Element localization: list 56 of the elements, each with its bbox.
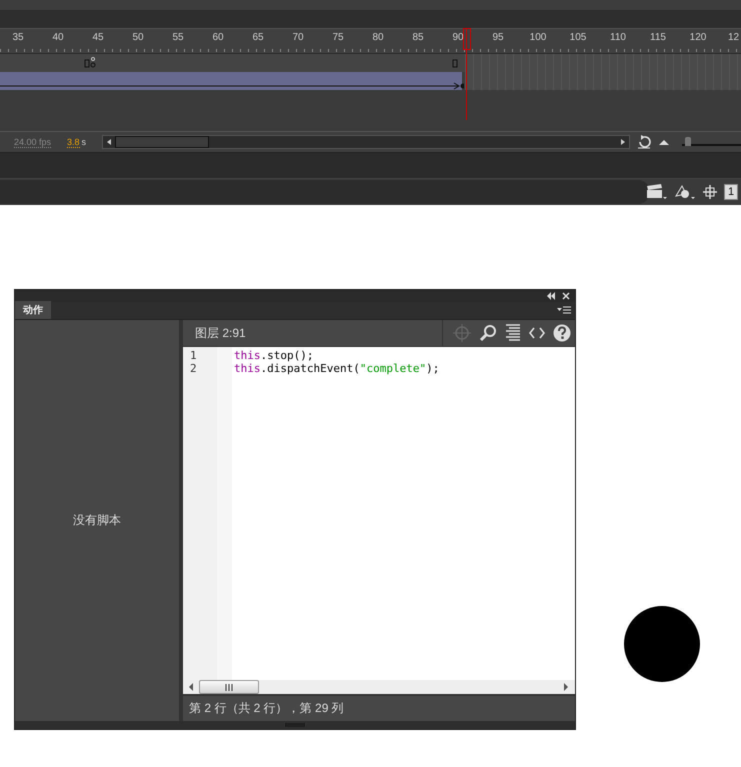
line-number: 2 [190, 362, 198, 375]
code-editor[interactable]: 1 2 this.stop(); this.dispatchEvent("complete"); [183, 347, 575, 680]
frame-number: 35 [11, 31, 25, 45]
left-arrow-icon[interactable] [189, 683, 194, 691]
code-line: this.stop(); [234, 349, 314, 362]
timeline-scrollbar[interactable] [102, 135, 630, 149]
script-location: 图层 2:91 [195, 324, 246, 342]
grip-icon [224, 684, 234, 690]
lines-icon[interactable] [505, 324, 521, 342]
tween-span[interactable] [0, 72, 464, 90]
right-arrow-icon[interactable] [564, 683, 569, 691]
frame-number: 105 [568, 31, 588, 45]
line-number: 1 [190, 349, 198, 362]
frame-number: 85 [411, 31, 425, 45]
frame-number: 95 [491, 31, 505, 45]
crosshair-icon[interactable] [702, 184, 718, 200]
frame-number: 45 [91, 31, 105, 45]
frame-number: 80 [371, 31, 385, 45]
scroll-thumb[interactable] [115, 136, 210, 148]
shapes-icon[interactable] [674, 184, 696, 200]
frame-number: 110 [609, 31, 627, 45]
slider-thumb[interactable] [684, 137, 691, 146]
frame-number: 120 [688, 31, 708, 45]
code-line: this.dispatchEvent("complete"); [234, 362, 440, 375]
frame-number: 60 [211, 31, 225, 45]
scroll-thumb[interactable] [199, 680, 259, 694]
frame-number: 40 [51, 31, 65, 45]
frame-ruler[interactable]: 35 40 45 50 55 60 65 70 75 80 85 90 95 100 105 110 115 120 12 [0, 29, 741, 54]
empty-message: 没有脚本 [73, 512, 121, 529]
search-icon[interactable] [479, 324, 497, 342]
panel-tab[interactable]: 动作 [15, 301, 51, 319]
code-icon[interactable] [529, 327, 545, 339]
frame-number: 100 [528, 31, 548, 45]
clapperboard-icon[interactable] [646, 184, 668, 200]
frame-number: 75 [331, 31, 345, 45]
frame-number: 115 [649, 31, 667, 45]
help-icon[interactable] [553, 324, 571, 342]
frame-cells[interactable] [465, 54, 741, 72]
time-unit: s [82, 137, 86, 147]
frame-number: 90 [451, 31, 465, 45]
frame-number: 55 [171, 31, 185, 45]
frame-number: 70 [291, 31, 305, 45]
panel-menu-icon[interactable] [557, 306, 571, 315]
keyframe-icon [84, 57, 96, 69]
mountain-icon[interactable] [658, 138, 670, 146]
editor-scrollbar[interactable] [183, 680, 575, 694]
frame-number: 50 [131, 31, 145, 45]
elapsed-time[interactable]: 3.8 [67, 136, 80, 148]
frame-number: 65 [251, 31, 265, 45]
zoom-field[interactable]: 1 [724, 184, 738, 200]
frame-number: 12 [727, 31, 740, 45]
loop-icon[interactable] [636, 135, 652, 149]
collapse-icon[interactable] [546, 292, 556, 300]
keyframe-icon [452, 57, 458, 69]
frame-cells[interactable] [465, 72, 741, 90]
close-icon[interactable] [562, 292, 570, 300]
